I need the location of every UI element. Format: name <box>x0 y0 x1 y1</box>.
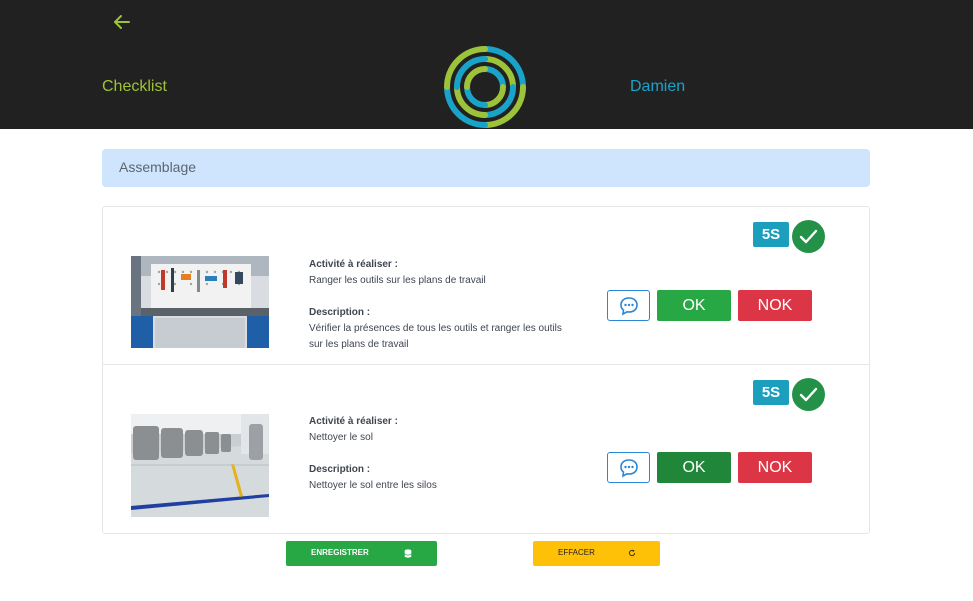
item-image <box>131 256 269 348</box>
item-texts: Activité à réaliser : Nettoyer le sol De… <box>309 414 569 494</box>
list-item: Activité à réaliser : Ranger les outils … <box>103 207 869 365</box>
page-title: Checklist <box>102 78 167 95</box>
clear-button-label: EFFACER <box>558 548 595 557</box>
chat-bubble-icon <box>620 297 638 316</box>
database-icon <box>404 549 412 558</box>
description-label: Description : <box>309 307 371 318</box>
ok-button[interactable]: OK <box>657 452 731 483</box>
activity-text: Ranger les outils sur les plans de trava… <box>309 275 486 286</box>
save-button[interactable]: ENREGISTRER <box>286 541 437 566</box>
nok-button[interactable]: NOK <box>738 290 812 321</box>
clear-button[interactable]: EFFACER <box>533 541 660 566</box>
item-texts: Activité à réaliser : Ranger les outils … <box>309 257 569 353</box>
activity-label: Activité à réaliser : <box>309 416 398 427</box>
list-item: Activité à réaliser : Nettoyer le sol De… <box>103 365 869 533</box>
5s-badge: 5S <box>753 222 789 247</box>
check-circle-icon <box>792 378 825 411</box>
5s-badge: 5S <box>753 380 789 405</box>
chat-bubble-icon <box>620 459 638 478</box>
arrow-left-icon[interactable] <box>112 12 132 32</box>
user-name[interactable]: Damien <box>630 78 685 96</box>
logo-icon <box>443 45 528 130</box>
checklist: Activité à réaliser : Ranger les outils … <box>102 206 870 534</box>
save-button-label: ENREGISTRER <box>311 548 369 557</box>
check-circle-icon <box>792 220 825 253</box>
app-header: Checklist Damien <box>0 0 973 129</box>
nok-button[interactable]: NOK <box>738 452 812 483</box>
activity-text: Nettoyer le sol <box>309 432 373 443</box>
description-label: Description : <box>309 464 371 475</box>
item-image <box>131 414 269 517</box>
comment-button[interactable] <box>607 290 650 321</box>
refresh-icon <box>628 549 636 557</box>
description-text: Vérifier la présences de tous les outils… <box>309 323 562 350</box>
activity-label: Activité à réaliser : <box>309 259 398 270</box>
section-header: Assemblage <box>102 149 870 187</box>
description-text: Nettoyer le sol entre les silos <box>309 480 437 491</box>
comment-button[interactable] <box>607 452 650 483</box>
ok-button[interactable]: OK <box>657 290 731 321</box>
